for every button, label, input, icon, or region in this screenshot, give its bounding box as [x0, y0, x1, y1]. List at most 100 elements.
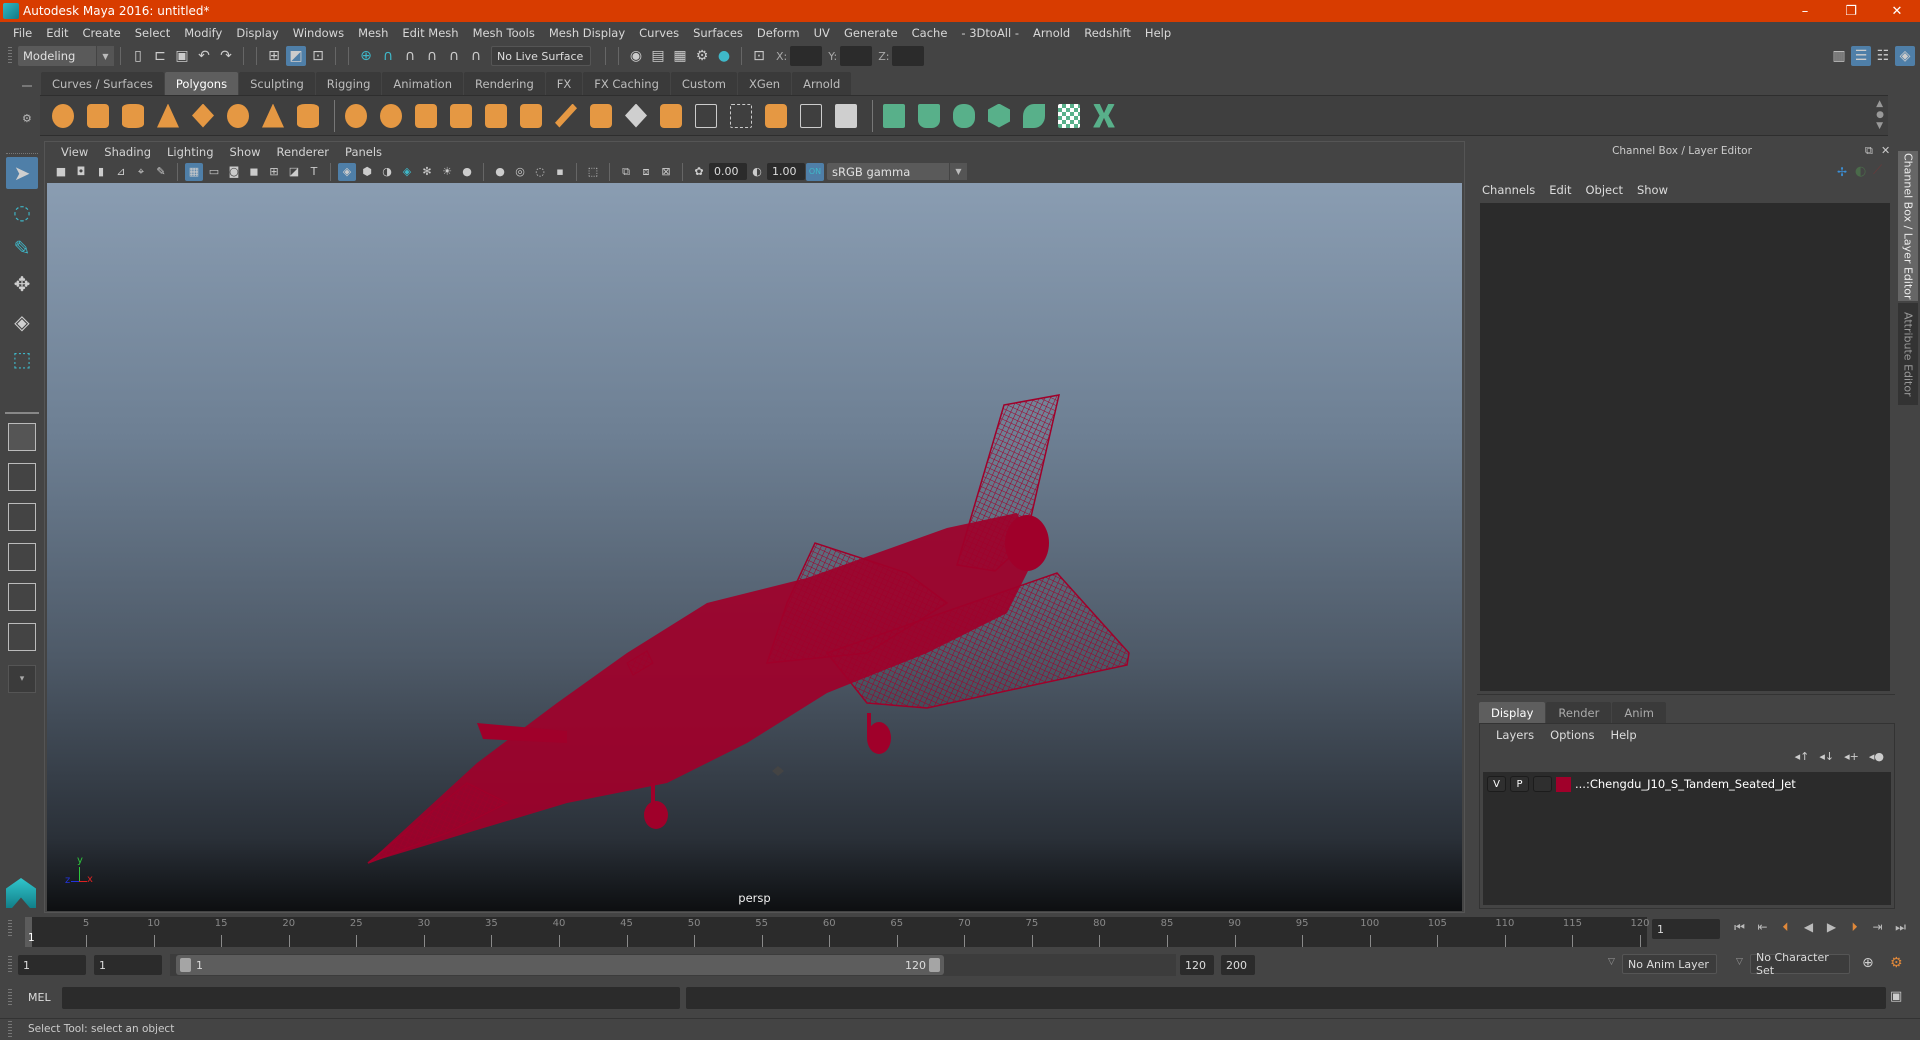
playback-end-field[interactable]: 120 [1180, 955, 1214, 975]
tab-anim[interactable]: Anim [1612, 702, 1666, 723]
close-panel-icon[interactable]: ✕ [1881, 144, 1890, 157]
image-plane-icon[interactable]: ⊿ [112, 163, 130, 181]
animation-start-field[interactable]: 1 [18, 955, 86, 975]
shelf-tab-rendering[interactable]: Rendering [464, 72, 545, 95]
live-surface-field[interactable]: No Live Surface [491, 46, 591, 66]
shelf-tab-curves-surfaces[interactable]: Curves / Surfaces [41, 72, 164, 95]
automatic-mapping-icon[interactable] [879, 101, 909, 131]
render-settings-icon[interactable]: ⚙ [692, 46, 712, 66]
object-menu[interactable]: Object [1579, 183, 1630, 197]
help-menu[interactable]: Help [1602, 728, 1644, 742]
new-scene-icon[interactable]: ▯ [128, 46, 148, 66]
shadows-icon[interactable]: ● [458, 163, 476, 181]
animation-end-field[interactable]: 200 [1221, 955, 1255, 975]
character-set-dropdown[interactable]: No Character Set [1750, 951, 1850, 977]
channels-menu[interactable]: Channels [1475, 183, 1542, 197]
move-layer-down-icon[interactable]: ◂↓ [1819, 750, 1834, 763]
snap-to-grid-icon[interactable]: ⊕ [356, 46, 376, 66]
exposure-field[interactable]: 0.00 [709, 163, 747, 180]
safe-title-icon[interactable]: T [305, 163, 323, 181]
scroll-up-icon[interactable]: ▲ [1876, 99, 1884, 110]
menu-create[interactable]: Create [76, 26, 128, 40]
persp-graph-layout-icon[interactable] [8, 543, 36, 571]
show-menu[interactable]: Show [1630, 183, 1675, 197]
gate-mask-icon[interactable]: ◼ [245, 163, 263, 181]
go-to-end-icon[interactable]: ⏭ [1889, 920, 1912, 935]
layer-name[interactable]: ...:Chengdu_J10_S_Tandem_Seated_Jet [1575, 777, 1796, 791]
float-panel-icon[interactable]: ⧉ [1865, 144, 1873, 158]
uv-editor-icon[interactable] [984, 101, 1014, 131]
range-slider-grip[interactable] [8, 956, 12, 974]
select-camera-icon[interactable]: ■ [52, 163, 70, 181]
single-perspective-layout-icon[interactable] [8, 423, 36, 451]
screen-space-ao-icon[interactable]: ● [491, 163, 509, 181]
menu-redshift[interactable]: Redshift [1077, 26, 1138, 40]
depth-of-field-icon[interactable]: ▪ [551, 163, 569, 181]
shelf-tab-sculpting[interactable]: Sculpting [239, 72, 315, 95]
range-start-handle[interactable] [180, 958, 191, 972]
speed-manip-icon[interactable]: ◐ [1855, 164, 1866, 179]
status-line-grip[interactable] [8, 47, 12, 65]
play-forwards-icon[interactable]: ▶ [1820, 920, 1843, 935]
transfer-attributes-icon[interactable] [1089, 101, 1119, 131]
shelf-menu-icon[interactable] [22, 85, 32, 87]
menu-help[interactable]: Help [1138, 26, 1178, 40]
persp-outliner-layout-icon[interactable] [8, 503, 36, 531]
menuset-dropdown[interactable]: Modeling ▼ [18, 46, 114, 66]
command-language-toggle[interactable]: MEL [28, 991, 51, 1004]
field-chart-icon[interactable]: ⊞ [265, 163, 283, 181]
color-management-toggle-icon[interactable]: ON [806, 162, 824, 181]
input-mode-icon[interactable]: ⊡ [749, 46, 769, 66]
shelf-tab-fx[interactable]: FX [545, 72, 583, 95]
side-tab-attribute-editor[interactable]: Attribute Editor [1898, 303, 1918, 405]
new-empty-layer-icon[interactable]: ◂+ [1844, 750, 1859, 763]
wireframe-on-shaded-icon[interactable]: ◈ [398, 163, 416, 181]
safe-action-icon[interactable]: ◪ [285, 163, 303, 181]
open-scene-icon[interactable]: ⊏ [150, 46, 170, 66]
menu-windows[interactable]: Windows [286, 26, 351, 40]
timeline-ruler[interactable]: 1 5 10 15 20 25 30 35 40 45 50 55 60 65 70 75 80 85 90 95 1… [25, 917, 1650, 947]
paint-select-tool-icon[interactable]: ✎ [6, 232, 38, 264]
snap-to-curve-icon[interactable]: ∩ [378, 46, 398, 66]
poly-cube-icon[interactable] [83, 101, 113, 131]
use-all-lights-icon[interactable]: ☀ [438, 163, 456, 181]
layer-playback-toggle[interactable]: P [1510, 776, 1529, 792]
color-space-dropdown[interactable]: sRGB gamma ▼ [827, 163, 967, 180]
options-menu[interactable]: Options [1542, 728, 1602, 742]
gamma-field[interactable]: 1.00 [767, 163, 805, 180]
step-back-key-icon[interactable]: ⇤ [1751, 920, 1774, 935]
range-bar[interactable]: 1 120 [176, 955, 944, 975]
restore-button[interactable]: ❐ [1828, 4, 1874, 19]
target-weld-icon[interactable] [656, 101, 686, 131]
camera-attributes-icon[interactable]: ◘ [72, 163, 90, 181]
edit-menu[interactable]: Edit [1542, 183, 1578, 197]
render-current-frame-icon[interactable]: ▤ [648, 46, 668, 66]
poly-cone-icon[interactable] [153, 101, 183, 131]
shelf-tab-animation[interactable]: Animation [382, 72, 464, 95]
auto-key-icon[interactable]: ⊕ [1862, 955, 1874, 971]
snap-to-point-icon[interactable]: ∩ [400, 46, 420, 66]
select-by-object-icon[interactable]: ◩ [286, 46, 306, 66]
menu-mesh-tools[interactable]: Mesh Tools [466, 26, 542, 40]
shelf-settings-icon[interactable]: ⚙ [22, 112, 32, 125]
redo-icon[interactable]: ↷ [216, 46, 236, 66]
shelf-tab-rigging[interactable]: Rigging [315, 72, 382, 95]
grease-pencil-icon[interactable]: ✎ [152, 163, 170, 181]
y-field[interactable] [840, 46, 873, 66]
separate-icon[interactable] [376, 101, 406, 131]
viewport-menu-view[interactable]: View [53, 145, 96, 159]
isolate-select-icon[interactable]: ⬚ [584, 163, 602, 181]
rotate-tool-icon[interactable]: ◈ [6, 306, 38, 338]
manipulator-axes-icon[interactable]: ✢ [1837, 165, 1847, 179]
current-frame-field[interactable]: 1 [1652, 919, 1720, 939]
command-line-grip[interactable] [8, 989, 12, 1007]
command-input[interactable] [62, 987, 680, 1009]
hypershade-icon[interactable]: ● [714, 46, 734, 66]
gamma-icon[interactable]: ◐ [748, 163, 766, 181]
time-slider-grip[interactable] [8, 920, 12, 938]
move-layer-up-icon[interactable]: ◂↑ [1795, 750, 1810, 763]
bridge-icon[interactable] [516, 101, 546, 131]
close-button[interactable]: ✕ [1874, 4, 1920, 19]
unfold-icon[interactable] [1019, 101, 1049, 131]
bevel-icon[interactable] [481, 101, 511, 131]
